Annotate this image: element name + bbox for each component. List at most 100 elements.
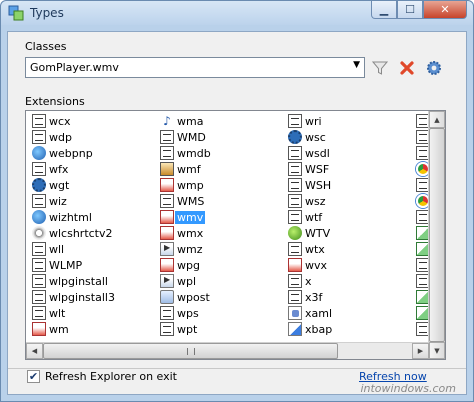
extension-item-wlmp[interactable]: WLMP: [32, 257, 115, 273]
extension-item-wps[interactable]: wps: [160, 305, 211, 321]
file-icon: [32, 114, 46, 128]
xaml-icon: [288, 306, 302, 320]
vertical-scrollbar[interactable]: ▲ ▼: [428, 111, 445, 359]
wmx-icon: [160, 210, 174, 224]
extension-item-wpl[interactable]: wpl: [160, 273, 211, 289]
file-icon: [288, 178, 302, 192]
close-button[interactable]: ✕: [423, 1, 467, 19]
separator: [8, 368, 466, 369]
file-icon: [288, 114, 302, 128]
extension-item-xbap[interactable]: xbap: [288, 321, 332, 337]
extension-item-wmd[interactable]: WMD: [160, 129, 211, 145]
window-title: Types: [30, 6, 64, 20]
extension-label: wlpginstall3: [49, 290, 115, 304]
extension-item-xaml[interactable]: xaml: [288, 305, 332, 321]
extension-label: wcx: [49, 114, 71, 128]
scroll-up-button[interactable]: ▲: [429, 111, 445, 128]
extension-item-webpnp[interactable]: webpnp: [32, 145, 115, 161]
wmx-icon: [32, 322, 46, 336]
minimize-button[interactable]: ▁: [371, 1, 397, 19]
extension-item-wlpginstall[interactable]: wlpginstall: [32, 273, 115, 289]
vertical-scroll-thumb[interactable]: [429, 128, 445, 342]
types-app-icon: [8, 5, 24, 21]
extension-item-x[interactable]: x: [288, 273, 332, 289]
extension-item-wfx[interactable]: wfx: [32, 161, 115, 177]
extensions-column-3: wri wsc wsdl WSF WSH wsz wtf WTV wtx wvx x x3f xaml x…: [288, 113, 332, 337]
extension-item-wdp[interactable]: wdp: [32, 129, 115, 145]
extension-item-wpg[interactable]: wpg: [160, 257, 211, 273]
extension-item-wpost[interactable]: wpost: [160, 289, 211, 305]
extension-item-wsdl[interactable]: wsdl: [288, 145, 332, 161]
extension-item-wm[interactable]: wm: [32, 321, 115, 337]
refresh-explorer-label[interactable]: Refresh Explorer on exit: [45, 370, 177, 383]
extension-item-wcx[interactable]: wcx: [32, 113, 115, 129]
extension-item-wmz[interactable]: wmz: [160, 241, 211, 257]
filter-button[interactable]: [370, 58, 390, 78]
extension-label: wtf: [305, 210, 323, 224]
media-icon: [160, 242, 174, 256]
extension-item-wsc[interactable]: wsc: [288, 129, 332, 145]
horizontal-scrollbar[interactable]: ◀ ▶: [26, 342, 429, 359]
extension-item-wtx[interactable]: wtx: [288, 241, 332, 257]
wpost-icon: [160, 290, 174, 304]
extension-label: WLMP: [49, 258, 83, 272]
extension-label: wpost: [177, 290, 210, 304]
extension-item-wiz[interactable]: wiz: [32, 193, 115, 209]
extension-item-wmv[interactable]: wmv: [160, 209, 211, 225]
refresh-explorer-checkbox[interactable]: ✔: [27, 370, 40, 383]
extension-item-wll[interactable]: wll: [32, 241, 115, 257]
extension-label: xbap: [305, 322, 333, 336]
extension-item-wgt[interactable]: wgt: [32, 177, 115, 193]
extensions-list[interactable]: wcx wdp webpnp wfx wgt wiz wizhtml wlcshrtctv2 w…: [25, 110, 446, 360]
extension-item-wlpginstall3[interactable]: wlpginstall3: [32, 289, 115, 305]
extension-item-wsz[interactable]: wsz: [288, 193, 332, 209]
file-icon: [32, 162, 46, 176]
extension-item-wmp[interactable]: wmp: [160, 177, 211, 193]
extension-item-wsh[interactable]: WSH: [288, 177, 332, 193]
window-controls: ▁ ☐ ✕: [371, 1, 467, 20]
classes-combobox[interactable]: GomPlayer.wmv ▼: [25, 57, 365, 78]
delete-button[interactable]: [397, 58, 417, 78]
extension-item-wlcshrtctv2[interactable]: wlcshrtctv2: [32, 225, 115, 241]
file-icon: [32, 258, 46, 272]
extension-item-wma[interactable]: ♪ wma: [160, 113, 211, 129]
extension-item-x3f[interactable]: x3f: [288, 289, 332, 305]
check-mark-icon: ✔: [28, 370, 39, 383]
extension-item-wlt[interactable]: wlt: [32, 305, 115, 321]
file-icon: [160, 130, 174, 144]
settings-button[interactable]: [424, 58, 444, 78]
extension-label: wtx: [305, 242, 325, 256]
extension-item-wtv[interactable]: WTV: [288, 225, 332, 241]
scroll-right-button[interactable]: ▶: [412, 343, 429, 359]
title-bar[interactable]: Types ▁ ☐ ✕: [1, 1, 473, 25]
file-icon: [160, 306, 174, 320]
extension-label: wizhtml: [49, 210, 92, 224]
extension-item-wmx[interactable]: wmx: [160, 225, 211, 241]
file-icon: [288, 290, 302, 304]
extension-label: wmf: [177, 162, 201, 176]
extension-item-wizhtml[interactable]: wizhtml: [32, 209, 115, 225]
maximize-button[interactable]: ☐: [397, 1, 423, 19]
extension-item-wmf[interactable]: wmf: [160, 161, 211, 177]
extension-item-wri[interactable]: wri: [288, 113, 332, 129]
extension-item-wtf[interactable]: wtf: [288, 209, 332, 225]
scroll-left-button[interactable]: ◀: [26, 343, 43, 359]
xbap-icon: [288, 322, 302, 336]
extension-item-wpt[interactable]: wpt: [160, 321, 211, 337]
scroll-down-button[interactable]: ▼: [429, 342, 445, 359]
file-icon: [160, 322, 174, 336]
minimize-icon: ▁: [379, 3, 389, 16]
chevron-down-icon[interactable]: ▼: [353, 60, 360, 70]
extension-item-wvx[interactable]: wvx: [288, 257, 332, 273]
horizontal-scroll-thumb[interactable]: [43, 343, 338, 359]
extension-item-wmdb[interactable]: wmdb: [160, 145, 211, 161]
extension-label: wpt: [177, 322, 198, 336]
extension-item-wms[interactable]: WMS: [160, 193, 211, 209]
extension-label: wmp: [177, 178, 204, 192]
extension-label: wlcshrtctv2: [49, 226, 113, 240]
extension-label: wpl: [177, 274, 197, 288]
extension-label: wri: [305, 114, 322, 128]
extension-label: wiz: [49, 194, 67, 208]
extension-label: wlpginstall: [49, 274, 108, 288]
extension-item-wsf[interactable]: WSF: [288, 161, 332, 177]
